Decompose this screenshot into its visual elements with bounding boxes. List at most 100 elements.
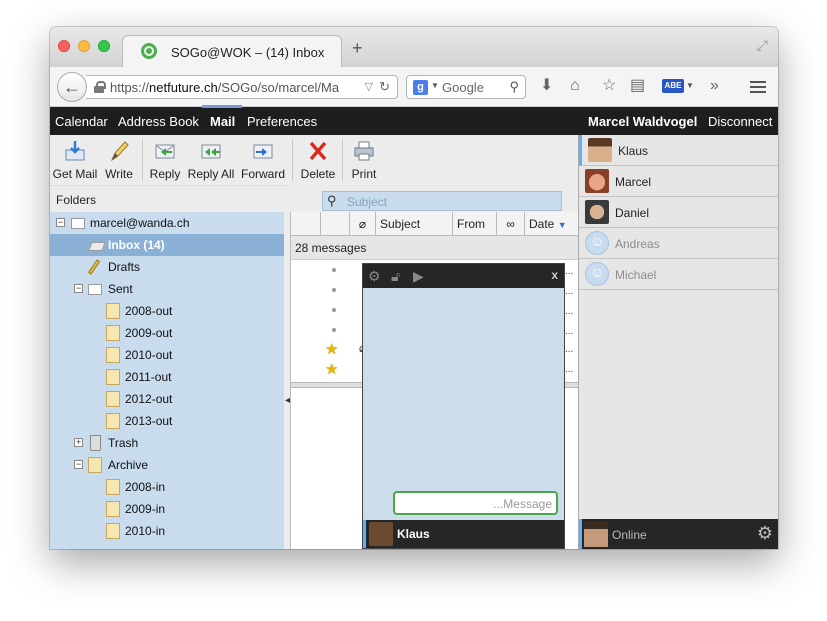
delete-button[interactable]: Delete (298, 135, 338, 185)
get-mail-button[interactable]: Get Mail (52, 135, 98, 185)
message-list-header: ⌀ Subject From ∞ Date ▼ (291, 212, 579, 236)
collapse-toggle-icon[interactable]: − (56, 218, 65, 227)
sort-desc-icon: ▼ (557, 220, 567, 230)
folder-2013-out[interactable]: 2013-out (50, 410, 284, 432)
column-unread[interactable] (321, 212, 350, 236)
column-subject[interactable]: Subject (376, 212, 453, 236)
folder-2008-out[interactable]: 2008-out (50, 300, 284, 322)
folder-label: 2009-in (125, 502, 166, 516)
search-icon[interactable]: ⚲ (327, 193, 337, 209)
folder-label: 2009-out (125, 326, 173, 340)
write-button[interactable]: Write (102, 135, 136, 185)
gear-icon[interactable]: ⚙ (757, 523, 773, 544)
contact-name: Marcel (615, 175, 652, 189)
reply-label: Reply (149, 167, 181, 181)
chat-message-input[interactable]: ...Message (393, 491, 558, 515)
reply-button[interactable]: Reply (146, 135, 184, 185)
toolbar-separator (292, 139, 293, 181)
abe-caret-icon[interactable]: ▼ (686, 81, 694, 90)
folder-icon (106, 303, 120, 319)
back-button[interactable]: ← (57, 72, 87, 102)
column-attachment[interactable]: ⌀ (350, 212, 376, 236)
contact-daniel[interactable]: Daniel (579, 197, 778, 228)
abe-badge-icon[interactable]: ABE (662, 79, 684, 93)
subject-search-input[interactable]: ⚲ Subject (322, 191, 562, 211)
reload-icon[interactable]: ↻ (379, 79, 390, 95)
zoom-window-button[interactable] (98, 40, 110, 52)
download-icon[interactable]: ⬇ (540, 77, 553, 95)
folder-2011-out[interactable]: 2011-out (50, 366, 284, 388)
minimize-window-button[interactable] (78, 40, 90, 52)
delete-icon (309, 141, 327, 161)
menu-icon[interactable] (750, 81, 766, 93)
get-mail-icon (65, 141, 85, 161)
folder-icon (106, 369, 120, 385)
star-icon[interactable]: ★ (325, 340, 338, 358)
folder-2010-out[interactable]: 2010-out (50, 344, 284, 366)
column-flag[interactable] (291, 212, 321, 236)
folder-inbox[interactable]: Inbox (14) (50, 234, 284, 256)
google-icon[interactable]: g (413, 80, 428, 95)
home-icon[interactable]: ⌂ (570, 77, 580, 95)
unlock-icon[interactable]: 🔓︎ (391, 268, 400, 285)
search-engine-caret-icon[interactable]: ▼ (431, 81, 439, 90)
delete-label: Delete (300, 167, 336, 181)
collapse-toggle-icon[interactable]: − (74, 460, 83, 469)
gear-icon[interactable]: ⚙ (368, 268, 381, 285)
url-bar[interactable]: https://netfuture.ch/SOGo/so/marcel/Ma ▽… (86, 75, 398, 99)
module-address-book[interactable]: Address Book (118, 114, 199, 129)
print-button[interactable]: Print (346, 135, 382, 185)
folder-sent[interactable]: − Sent (50, 278, 284, 300)
collapse-toggle-icon[interactable]: − (74, 284, 83, 293)
bookmarks-list-icon[interactable]: ▤ (630, 77, 645, 95)
folder-2010-in[interactable]: 2010-in (50, 520, 284, 542)
contact-andreas[interactable]: Andreas (579, 228, 778, 259)
expand-toggle-icon[interactable]: + (74, 438, 83, 447)
module-calendar[interactable]: Calendar (55, 114, 108, 129)
folder-label: 2008-in (125, 480, 166, 494)
column-date[interactable]: Date ▼ (525, 212, 579, 236)
folder-2008-in[interactable]: 2008-in (50, 476, 284, 498)
navigation-bar: https://netfuture.ch/SOGo/so/marcel/Ma ▽… (50, 67, 778, 107)
folder-2012-out[interactable]: 2012-out (50, 388, 284, 410)
url-dropdown-icon[interactable]: ▽ (365, 80, 373, 93)
folder-account[interactable]: − marcel@wanda.ch (50, 212, 284, 234)
contact-michael[interactable]: Michael (579, 259, 778, 290)
new-tab-button[interactable]: + (352, 39, 363, 57)
chat-contacts-sidebar: Klaus Marcel Daniel Andreas Michael Onli… (578, 135, 778, 549)
presence-status-bar[interactable]: Online ⚙ (579, 519, 778, 549)
video-camera-icon[interactable]: ▶ (413, 268, 424, 285)
sent-envelope-icon (88, 284, 102, 295)
title-bar: SOGo@WOK – (14) Inbox + ⤢ (50, 27, 778, 67)
chat-close-button[interactable]: x (551, 268, 558, 282)
sogo-favicon-icon (141, 43, 157, 59)
forward-label: Forward (240, 167, 285, 181)
bookmark-star-icon[interactable]: ☆ (602, 77, 616, 95)
folder-trash[interactable]: + Trash (50, 432, 284, 454)
module-preferences[interactable]: Preferences (247, 114, 317, 129)
disconnect-link[interactable]: Disconnect (708, 114, 772, 129)
folder-icon (106, 479, 120, 495)
folder-drafts[interactable]: Drafts (50, 256, 284, 278)
close-window-button[interactable] (58, 40, 70, 52)
folder-archive[interactable]: − Archive (50, 454, 284, 476)
browser-tab[interactable]: SOGo@WOK – (14) Inbox (122, 35, 342, 67)
search-icon[interactable]: ⚲ (509, 79, 519, 95)
column-from[interactable]: From (453, 212, 497, 236)
user-name: Marcel Waldvogel (588, 114, 698, 129)
contact-marcel[interactable]: Marcel (579, 166, 778, 197)
chat-active-contact[interactable]: Klaus (363, 520, 564, 548)
contact-klaus[interactable]: Klaus (579, 135, 778, 166)
forward-button[interactable]: Forward (240, 135, 286, 185)
overflow-chevron-icon[interactable]: » (710, 77, 719, 95)
star-icon[interactable]: ★ (325, 360, 338, 378)
search-bar[interactable]: g ▼ Google ⚲ (406, 75, 526, 99)
folder-2009-out[interactable]: 2009-out (50, 322, 284, 344)
column-thread[interactable]: ∞ (497, 212, 525, 236)
module-mail[interactable]: Mail (210, 114, 235, 129)
fullscreen-icon[interactable]: ⤢ (757, 37, 768, 54)
folder-label: Inbox (14) (108, 238, 165, 252)
paperclip-icon: ⌀ (358, 217, 367, 231)
folder-2009-in[interactable]: 2009-in (50, 498, 284, 520)
reply-all-button[interactable]: Reply All (186, 135, 236, 185)
